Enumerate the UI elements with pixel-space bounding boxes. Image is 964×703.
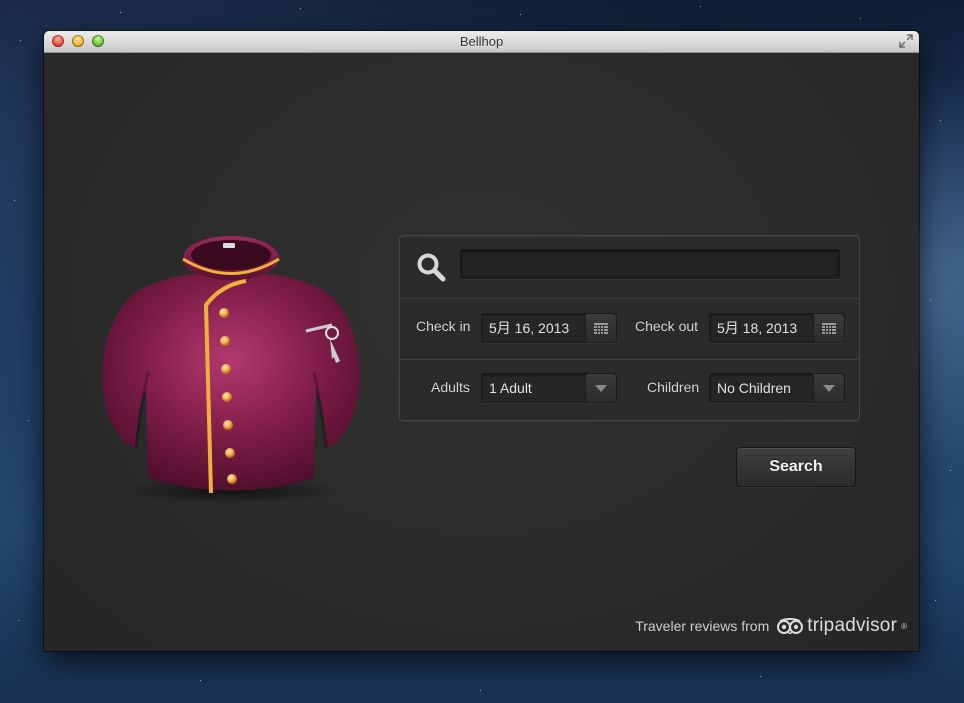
window-title: Bellhop (459, 34, 504, 49)
tripadvisor-wordmark: tripadvisor (807, 615, 898, 636)
credits-text: Traveler reviews from (635, 618, 770, 634)
check-out-calendar-button[interactable] (813, 314, 844, 342)
search-input[interactable] (460, 249, 840, 279)
close-button[interactable] (52, 35, 64, 47)
adults-value: 1 Adult (489, 380, 532, 396)
minimize-button[interactable] (72, 35, 84, 47)
zoom-button[interactable] (92, 35, 104, 47)
registered-mark: ® (901, 621, 907, 631)
children-select[interactable]: No Children (709, 373, 845, 403)
children-dropdown-button[interactable] (813, 374, 844, 402)
fullscreen-icon[interactable] (899, 34, 913, 48)
title-bar[interactable]: Bellhop (44, 31, 919, 53)
children-value: No Children (717, 380, 791, 396)
chevron-down-icon (823, 384, 835, 392)
search-row (400, 236, 859, 299)
check-in-calendar-button[interactable] (585, 314, 616, 342)
calendar-icon (822, 322, 836, 334)
adults-label: Adults (431, 379, 470, 395)
tripadvisor-logo[interactable]: tripadvisor ® (777, 615, 907, 637)
dates-row: Check in 5月 16, 2013 Check out 5月 18, 20… (400, 299, 859, 360)
tripadvisor-owl-icon (777, 618, 804, 634)
check-in-field[interactable]: 5月 16, 2013 (481, 313, 617, 343)
bellhop-jacket-icon (102, 236, 360, 503)
check-out-field[interactable]: 5月 18, 2013 (709, 313, 845, 343)
app-window: Bellhop Check in 5月 16, 2013 Check out 5… (44, 31, 919, 651)
search-button[interactable]: Search (736, 447, 856, 487)
check-in-label: Check in (416, 318, 471, 334)
search-panel: Check in 5月 16, 2013 Check out 5月 18, 20… (399, 235, 860, 421)
check-in-value: 5月 16, 2013 (489, 320, 570, 336)
children-label: Children (647, 379, 700, 395)
calendar-icon (594, 322, 608, 334)
check-out-value: 5月 18, 2013 (717, 320, 798, 336)
check-out-label: Check out (635, 318, 699, 334)
window-controls (52, 35, 104, 47)
chevron-down-icon (595, 384, 607, 392)
main-content: Check in 5月 16, 2013 Check out 5月 18, 20… (44, 53, 919, 651)
tripadvisor-credits[interactable]: Traveler reviews from tripadvisor ® (635, 615, 907, 637)
guests-row: Adults 1 Adult Children No Children (400, 360, 859, 420)
adults-select[interactable]: 1 Adult (481, 373, 617, 403)
adults-dropdown-button[interactable] (585, 374, 616, 402)
search-icon (417, 253, 446, 282)
